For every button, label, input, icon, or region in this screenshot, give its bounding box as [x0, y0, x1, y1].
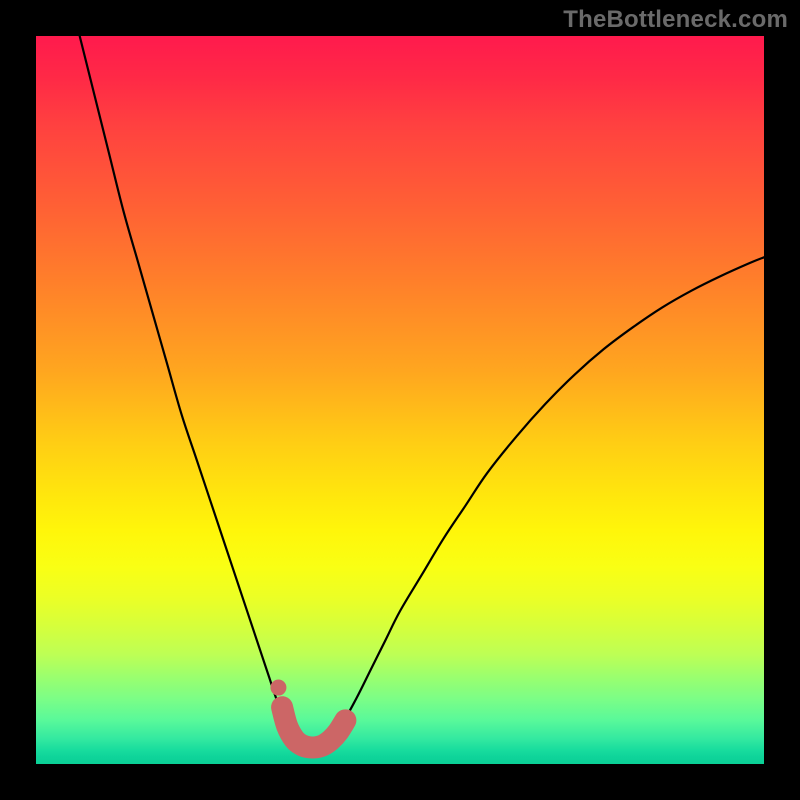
watermark-text: TheBottleneck.com: [563, 6, 788, 34]
optimal-range-lead-dot: [270, 680, 286, 696]
plot-area: [36, 36, 764, 764]
chart-frame: TheBottleneck.com: [0, 0, 800, 800]
bottleneck-curve: [80, 36, 764, 747]
optimal-range-highlight: [282, 707, 345, 747]
chart-svg: [36, 36, 764, 764]
